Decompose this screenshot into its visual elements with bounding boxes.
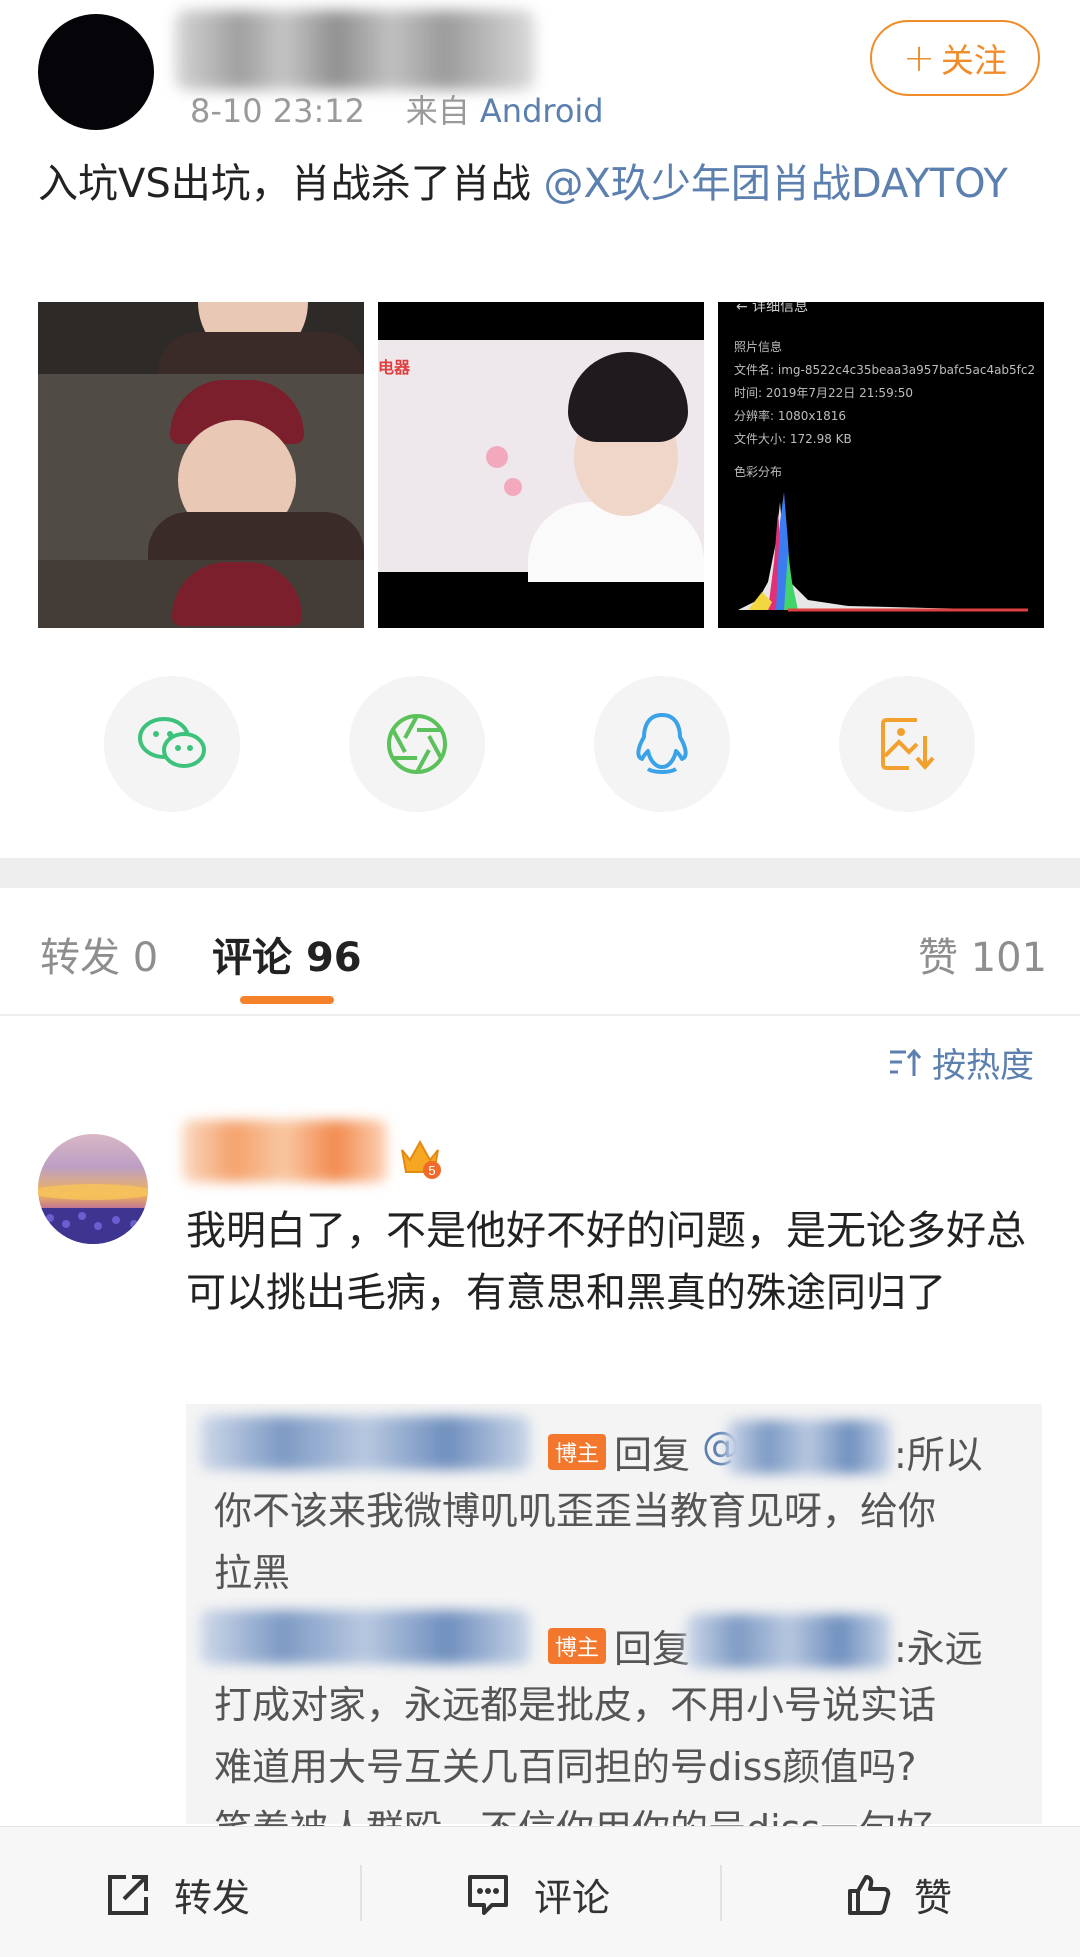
tab-reposts[interactable]: 转发 0 <box>40 925 158 983</box>
replies-box[interactable]: 博主 回复 @ :所以 你不该来我微博叽叽歪歪当教育见呀，给你 拉黑 博主 回复… <box>186 1404 1042 1851</box>
comment-label: 评论 <box>534 1876 611 1920</box>
post-text-main: 入坑VS出坑，肖战杀了肖战 <box>38 161 544 207</box>
share-moments-button[interactable] <box>349 676 485 812</box>
share-qq-button[interactable] <box>594 676 730 812</box>
tab-comments[interactable]: 评论 96 <box>212 925 362 983</box>
reply-target-redacted[interactable] <box>686 1614 891 1668</box>
post-text: 入坑VS出坑，肖战杀了肖战 @X玖少年团肖战DAYTOY <box>38 152 1038 216</box>
like-label: 赞 <box>914 1876 953 1920</box>
image-detail-info: 照片信息 文件名: img-8522c4c35beaa3a957bafc5ac4… <box>734 340 1036 479</box>
like-button[interactable]: 赞 <box>844 1867 952 1922</box>
repost-button[interactable]: 转发 <box>104 1867 250 1922</box>
comment-button[interactable]: 评论 <box>464 1867 610 1922</box>
reply-author-redacted[interactable] <box>200 1416 530 1470</box>
author-badge: 博主 <box>548 1434 607 1470</box>
follow-button[interactable]: + 关注 <box>870 20 1040 96</box>
section-divider <box>0 858 1080 888</box>
active-tab-indicator <box>240 996 334 1004</box>
moments-icon <box>387 714 447 774</box>
sort-by-hot-button[interactable]: 按热度 <box>888 1038 1034 1087</box>
reply-word: 回复 <box>614 1433 691 1477</box>
author-badge: 博主 <box>548 1628 607 1664</box>
author-name-redacted[interactable] <box>175 10 535 90</box>
bar-separator <box>720 1865 722 1921</box>
thumbs-up-icon <box>848 1874 891 1915</box>
follow-label: 关注 <box>940 41 1007 80</box>
author-avatar[interactable] <box>38 14 154 130</box>
post-image-2[interactable]: 电器 <box>378 302 704 628</box>
image-detail-title: ← 详细信息 <box>736 302 809 315</box>
reply-text-first: :永远 <box>894 1627 983 1671</box>
histogram-graphic <box>738 492 1028 612</box>
reply-word: 回复 <box>614 1627 691 1671</box>
post-mention-link[interactable]: @X玖少年团肖战DAYTOY <box>543 161 1007 207</box>
share-wechat-button[interactable] <box>104 676 240 812</box>
reply-target-redacted[interactable] <box>726 1420 891 1474</box>
bar-separator <box>360 1865 362 1921</box>
vip-crown-badge: 5 <box>401 1139 441 1179</box>
vip-level: 5 <box>428 1163 435 1178</box>
post-meta: 8-10 23:12 来自 Android <box>190 86 604 132</box>
repost-label: 转发 <box>174 1876 251 1920</box>
post-image-1[interactable] <box>38 302 364 628</box>
save-image-icon <box>881 718 935 771</box>
commenter-name-redacted[interactable] <box>182 1120 387 1182</box>
reply-text-first: :所以 <box>894 1433 983 1477</box>
tab-likes[interactable]: 赞 101 <box>918 925 1047 983</box>
share-out-icon <box>108 1874 148 1915</box>
bottom-action-bar: 转发 评论 赞 <box>0 1826 1080 1957</box>
reply-text-lines: 你不该来我微博叽叽歪歪当教育见呀，给你 拉黑 <box>214 1489 937 1595</box>
comment-icon <box>468 1874 508 1915</box>
qq-icon <box>636 713 688 774</box>
sort-label: 按热度 <box>932 1046 1034 1086</box>
post-image-3[interactable]: ← 详细信息 照片信息 文件名: img-8522c4c35beaa3a957b… <box>718 302 1044 628</box>
comment-text: 我明白了，不是他好不好的问题，是无论多好总可以挑出毛病，有意思和黑真的殊途同归了 <box>186 1208 1026 1316</box>
wechat-icon <box>138 717 206 768</box>
plus-icon: + <box>903 36 935 80</box>
image-brand-text: 电器 <box>378 358 411 377</box>
tabs-divider <box>0 1014 1080 1016</box>
reply-author-redacted[interactable] <box>200 1610 530 1664</box>
sort-icon <box>890 1048 922 1076</box>
post-time: 8-10 23:12 <box>190 92 366 130</box>
post-source[interactable]: Android <box>480 92 604 130</box>
save-image-button[interactable] <box>839 676 975 812</box>
commenter-avatar[interactable] <box>38 1134 148 1244</box>
post-from-label: 来自 <box>405 92 470 130</box>
